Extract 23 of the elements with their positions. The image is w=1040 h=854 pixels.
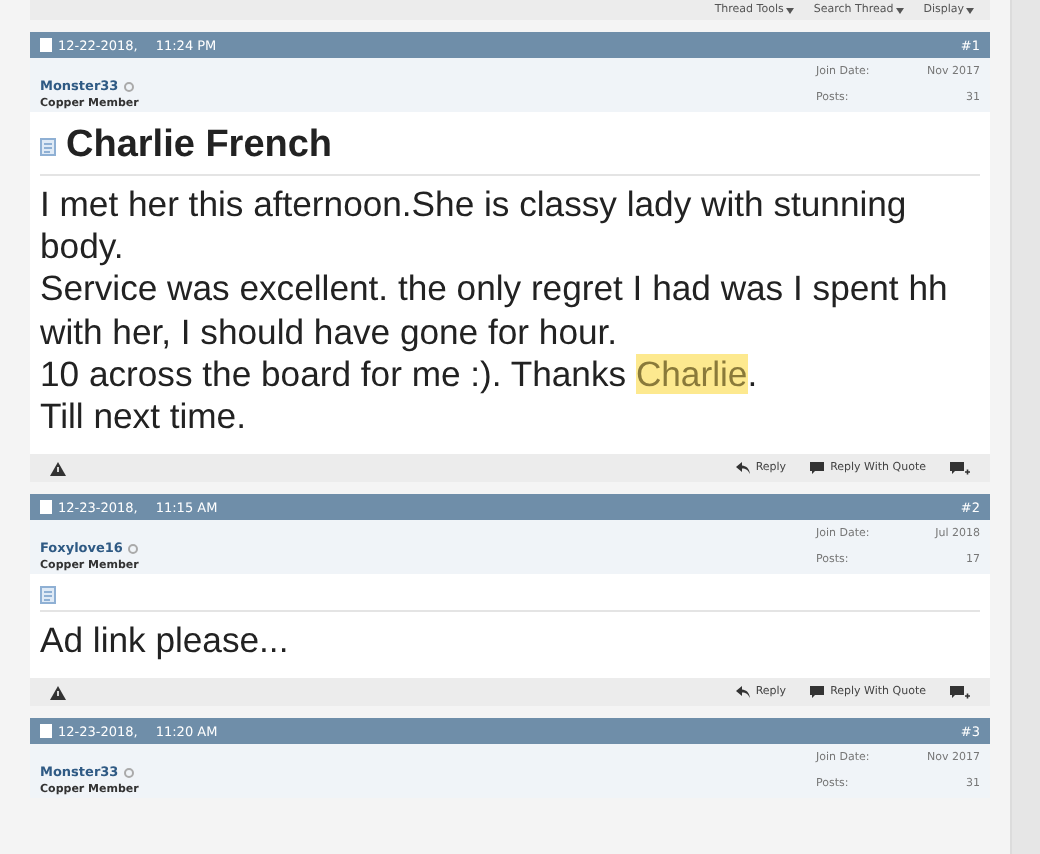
message-text: Till next time.	[40, 396, 248, 439]
page-icon	[40, 500, 52, 515]
speech-bubble-icon	[810, 462, 825, 475]
warning-icon[interactable]	[50, 685, 66, 700]
scrollbar-track[interactable]	[1010, 0, 1040, 854]
message-text: 10 across the board for me :). Thanks Charlie.	[40, 353, 760, 397]
page-icon	[40, 724, 52, 739]
warning-icon[interactable]	[50, 461, 66, 476]
message-text: Ad link please...	[40, 620, 291, 663]
caret-icon	[895, 7, 904, 13]
multi-quote-icon[interactable]	[950, 461, 970, 476]
page-icon	[40, 38, 52, 52]
caret-icon	[785, 7, 794, 13]
reply-arrow-icon	[735, 686, 750, 699]
caret-icon	[966, 7, 974, 13]
reply-arrow-icon	[735, 462, 750, 475]
message-text: I met her this afternoon.She is classy lady with stunning body.	[40, 184, 909, 269]
multi-quote-icon[interactable]	[950, 685, 970, 700]
post-title: Charlie French	[66, 124, 333, 168]
message-text: Service was excellent. the only regret I had was I spent hh with her, I should have gone for hour.	[40, 268, 950, 354]
document-icon	[40, 586, 56, 605]
speech-bubble-icon	[810, 686, 825, 699]
document-icon	[40, 137, 56, 155]
